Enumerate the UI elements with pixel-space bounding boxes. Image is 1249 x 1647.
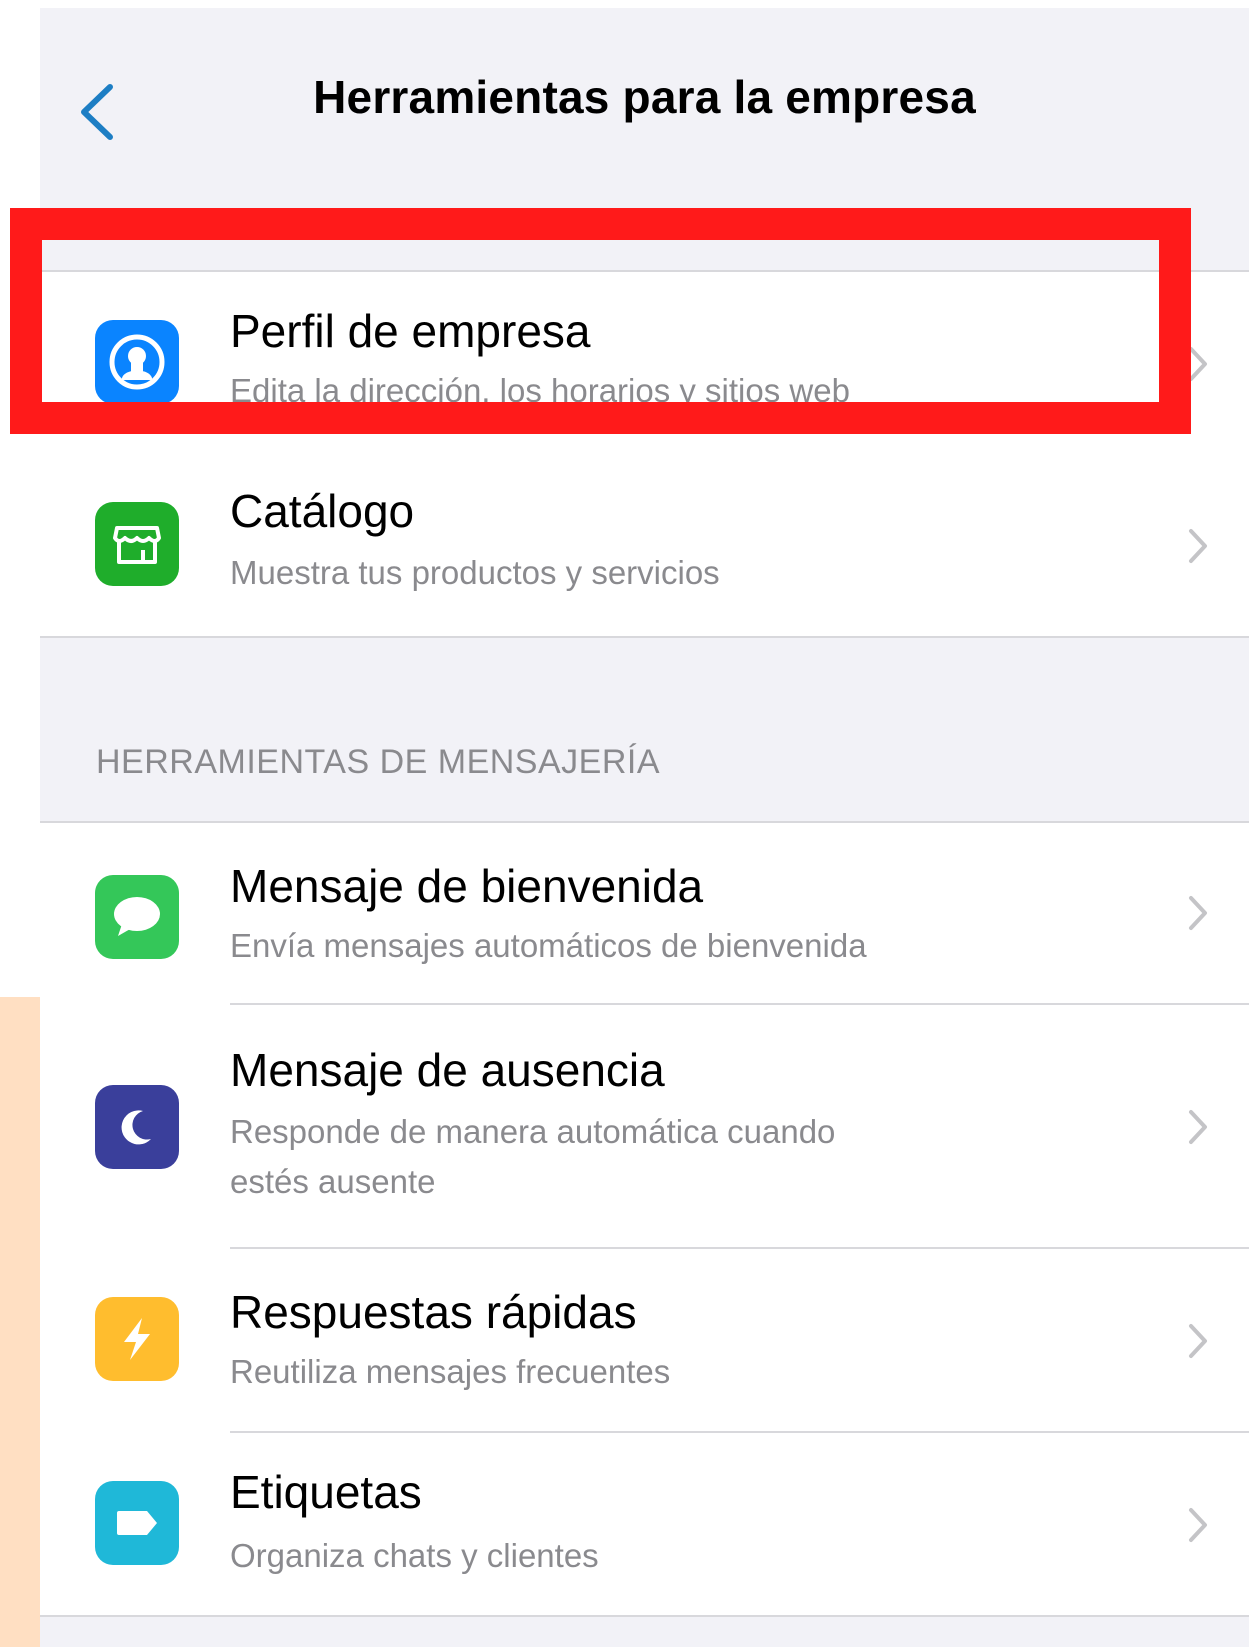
list-item-subtitle: Muestra tus productos y servicios bbox=[230, 554, 720, 591]
list-item-title: Mensaje de ausencia bbox=[230, 1044, 665, 1096]
list-item-subtitle: Organiza chats y clientes bbox=[230, 1537, 599, 1574]
list-item-subtitle: Reutiliza mensajes frecuentes bbox=[230, 1353, 671, 1390]
list-item-business-profile[interactable]: Perfil de empresa Edita la dirección, lo… bbox=[40, 272, 1249, 454]
list-item-title: Catálogo bbox=[230, 485, 415, 537]
list-item-labels[interactable]: Etiquetas Organiza chats y clientes bbox=[40, 1433, 1249, 1615]
phone-screen: Herramientas para la empresa Perfil de e… bbox=[40, 8, 1249, 1647]
lightning-icon bbox=[95, 1297, 179, 1381]
list-item-welcome-message[interactable]: Mensaje de bienvenida Envía mensajes aut… bbox=[40, 823, 1249, 1005]
person-icon bbox=[95, 320, 179, 404]
section-header: HERRAMIENTAS DE MENSAJERÍA bbox=[96, 743, 661, 781]
navigation-bar: Herramientas para la empresa bbox=[40, 8, 1249, 218]
list-item-quick-replies[interactable]: Respuestas rápidas Reutiliza mensajes fr… bbox=[40, 1249, 1249, 1433]
list-item-away-message[interactable]: Mensaje de ausencia Responde de manera a… bbox=[40, 1005, 1249, 1249]
store-icon bbox=[95, 502, 179, 586]
list-item-catalog[interactable]: Catálogo Muestra tus productos y servici… bbox=[40, 454, 1249, 636]
page-title: Herramientas para la empresa bbox=[313, 71, 976, 123]
chevron-right-icon bbox=[1189, 347, 1207, 381]
list-item-subtitle: Edita la dirección, los horarios y sitio… bbox=[230, 372, 850, 409]
list-item-title: Mensaje de bienvenida bbox=[230, 860, 704, 912]
chat-bubble-icon bbox=[95, 875, 179, 959]
chevron-right-icon bbox=[1189, 1324, 1207, 1358]
messaging-tools-list: Mensaje de bienvenida Envía mensajes aut… bbox=[40, 821, 1249, 1617]
list-item-title: Etiquetas bbox=[230, 1466, 422, 1518]
chevron-right-icon bbox=[1189, 896, 1207, 930]
list-item-title: Perfil de empresa bbox=[230, 305, 591, 357]
tag-icon bbox=[95, 1481, 179, 1565]
list-item-title: Respuestas rápidas bbox=[230, 1286, 637, 1338]
chevron-right-icon bbox=[1189, 1508, 1207, 1542]
chevron-right-icon bbox=[1189, 1110, 1207, 1144]
business-tools-list: Perfil de empresa Edita la dirección, lo… bbox=[40, 270, 1249, 638]
decorative-background-strip bbox=[0, 997, 40, 1647]
list-item-subtitle: Responde de manera automática cuando est… bbox=[230, 1113, 836, 1200]
moon-icon bbox=[95, 1085, 179, 1169]
list-item-subtitle: Envía mensajes automáticos de bienvenida bbox=[230, 927, 867, 964]
chevron-right-icon bbox=[1189, 529, 1207, 563]
